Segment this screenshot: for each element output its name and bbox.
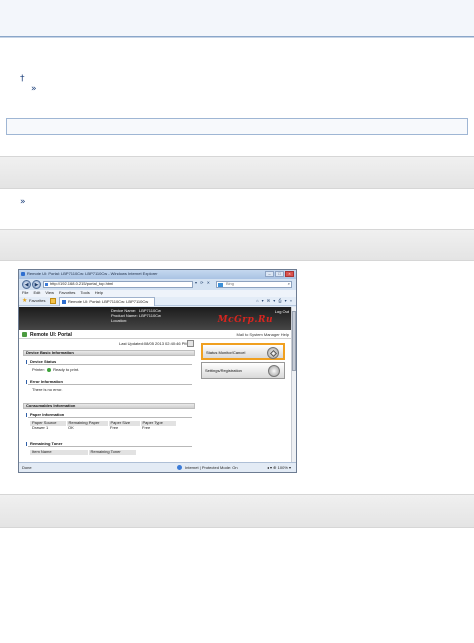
header-rule [0, 36, 474, 37]
cell: Free [110, 425, 119, 431]
browser-title-bar: Remote UI: Portal: LBP7110Cw: LBP7110Cw … [19, 270, 296, 279]
address-bar-row: ◀ ▶ http://192.168.0.215/portal_top.html… [19, 279, 296, 290]
device-info: Device Name: LBP7110Cw Product Name:LBP71… [111, 308, 161, 324]
cell: Free [142, 425, 151, 431]
settings-registration-button[interactable]: Settings/Registration [201, 362, 285, 379]
back-button[interactable]: ◀ [22, 280, 31, 289]
menu-favorites[interactable]: Favorites [59, 290, 75, 296]
menu-help[interactable]: Help [95, 290, 103, 296]
cell: OK [68, 425, 74, 431]
subsection-device-status: Device Status [26, 359, 192, 365]
tab-title: Remote UI: Portal: LBP7110Cw: LBP7110Cw [68, 299, 149, 304]
last-updated-text: Last Updated:08/05 2013 02:40:46 PM [119, 341, 188, 346]
menu-view[interactable]: View [45, 290, 54, 296]
header-links[interactable]: Mail to System Manager Help [237, 332, 289, 338]
add-favorite-icon[interactable] [50, 298, 56, 304]
toner-table: Item Name Remaining Toner [30, 449, 137, 455]
note-box [6, 118, 468, 135]
browser-status-bar: Done Internet | Protected Mode: On ◂ ▾ ⊕… [19, 462, 296, 472]
table-header-row: Item Name Remaining Toner [30, 449, 137, 455]
portal-title: Remote UI: Portal [30, 332, 72, 338]
favorites-bar: ★ Favorites Remote UI: Portal: LBP7110Cw… [19, 297, 296, 306]
status-monitor-label: Status Monitor/Cancel [206, 350, 246, 355]
browser-window-title: Remote UI: Portal: LBP7110Cw: LBP7110Cw … [27, 271, 158, 276]
close-button[interactable]: × [285, 271, 294, 277]
search-placeholder: Bing [226, 281, 235, 286]
settings-label: Settings/Registration [205, 368, 242, 373]
favorites-star-icon[interactable]: ★ [22, 298, 27, 304]
address-text: http://192.168.0.215/portal_top.html [50, 281, 114, 286]
command-bar[interactable]: ⌂ ▾ ✉ ▾ ⎙ ▾ » [256, 298, 293, 304]
location-label: Location: [111, 318, 128, 323]
subsection-remaining-toner: Remaining Toner [26, 441, 192, 447]
portal-icon [22, 332, 27, 337]
maximize-button[interactable]: □ [275, 271, 284, 277]
section-band-2 [0, 229, 474, 261]
ie-app-icon [21, 272, 25, 276]
address-controls[interactable]: ▾ ⟳ ✕ [195, 280, 211, 286]
product-name-value: LBP7110Cw [139, 313, 161, 318]
address-input[interactable]: http://192.168.0.215/portal_top.html [43, 281, 193, 288]
section-band-1 [0, 156, 474, 189]
page-icon [45, 283, 48, 286]
subsection-paper-info: Paper Information [26, 412, 192, 418]
minimize-button[interactable]: – [265, 271, 274, 277]
vertical-scrollbar[interactable] [291, 307, 296, 464]
paper-table: Paper Source Remaining Paper Paper Size … [30, 420, 177, 431]
error-text: There is no error. [32, 387, 63, 392]
subsection-error-info: Error Information [26, 379, 192, 385]
search-icon[interactable]: ⌕ [288, 281, 290, 287]
status-monitor-icon [267, 347, 279, 359]
printer-label: Printer: [32, 367, 45, 373]
window-controls: – □ × [265, 271, 294, 277]
section-band-3 [0, 494, 474, 528]
search-input[interactable]: Bing ⌕ [216, 281, 292, 288]
tab-page-icon [62, 300, 66, 304]
status-text: Done [22, 465, 32, 470]
menu-edit[interactable]: Edit [33, 290, 40, 296]
security-zone: Internet | Protected Mode: On [185, 465, 238, 470]
settings-icon [268, 365, 280, 377]
portal-title-bar: Remote UI: Portal Mail to System Manager… [19, 330, 293, 339]
document-header-band [0, 0, 474, 38]
menu-bar: File Edit View Favorites Tools Help [19, 290, 296, 297]
page-content: Device Name: LBP7110Cw Product Name:LBP71… [19, 307, 293, 464]
printer-status: Ready to print. [53, 367, 80, 373]
browser-screenshot: Remote UI: Portal: LBP7110Cw: LBP7110Cw … [18, 269, 297, 473]
section-consumables: Consumables Information [23, 403, 195, 409]
col-header: Remaining Toner [88, 449, 137, 455]
diamond-glyph [269, 349, 278, 358]
step-arrow-icon: » [20, 197, 26, 207]
forward-button[interactable]: ▶ [32, 280, 41, 289]
scrollbar-thumb[interactable] [292, 311, 296, 371]
refresh-icon[interactable] [187, 340, 194, 347]
bing-icon [218, 283, 223, 287]
globe-icon [177, 465, 182, 470]
cell: Drawer 1 [32, 425, 49, 431]
menu-tools[interactable]: Tools [80, 290, 89, 296]
col-header: Item Name [30, 449, 89, 455]
device-header: Device Name: LBP7110Cw Product Name:LBP71… [19, 307, 293, 330]
browser-tab[interactable]: Remote UI: Portal: LBP7110Cw: LBP7110Cw [59, 297, 155, 306]
status-monitor-button[interactable]: Status Monitor/Cancel [201, 343, 285, 360]
zoom-control[interactable]: ◂ ▾ ⊕ 100% ▾ [267, 465, 291, 471]
printer-status-line: Printer: Ready to print. [32, 367, 80, 373]
ready-status-icon [47, 368, 52, 372]
section-device-basic: Device Basic Information [23, 350, 195, 356]
favorites-label[interactable]: Favorites [29, 298, 45, 304]
dagger-bullet-icon: † [20, 74, 25, 84]
watermark: McGrp.Ru [217, 315, 273, 325]
table-row: Drawer 1 OK Free Free [30, 425, 176, 431]
menu-file[interactable]: File [22, 290, 28, 296]
logout-link[interactable]: Log Out [275, 309, 289, 315]
step-arrow-icon: » [31, 84, 37, 94]
